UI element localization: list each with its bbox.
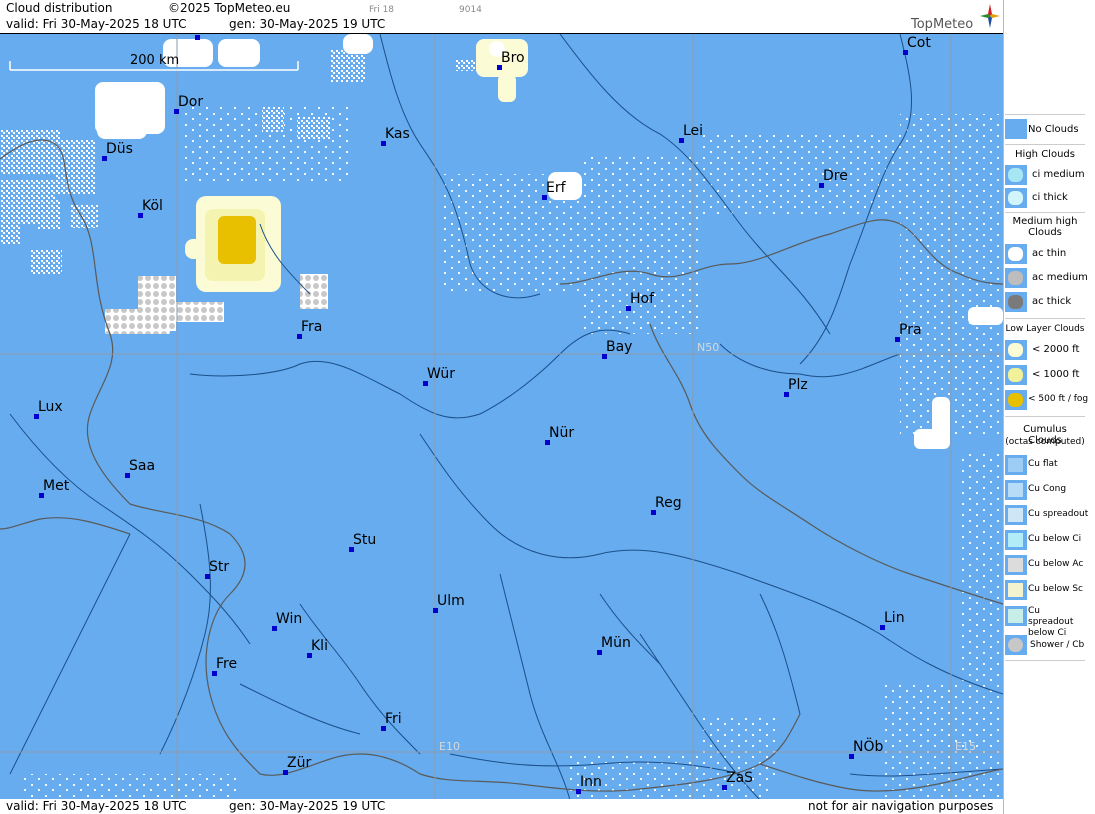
footer-valid-time: valid: Fri 30-May-2025 18 UTC [6,799,187,813]
legend-lt500: < 500 ft / fog [1028,394,1089,404]
city-label: Str [209,559,230,575]
legend-cu-flat: Cu flat [1028,459,1058,469]
low-500-swatch [1005,390,1027,410]
city-label: Fra [301,319,323,335]
cu-cong-swatch [1005,480,1027,500]
city-label: Saa [129,458,156,474]
city-label: Ulm [437,593,465,609]
legend-cu-below-sc: Cu below Sc [1028,584,1083,594]
footer-generated-time: gen: 30-May-2025 19 UTC [229,799,386,813]
city-label: Lin [884,610,905,626]
low-1000-swatch [1005,365,1027,385]
ci-medium-swatch [1005,165,1027,185]
ac-thin-swatch [1005,244,1027,264]
legend-separator [1005,318,1085,319]
cloud-map[interactable]: 200 km N50 E10 E15 Mün Bro Cot Dor Kas Lei Düs… [0,33,1003,800]
city-label: Lei [683,123,704,139]
legend-separator [1005,212,1085,213]
city-label: Dor [178,94,204,110]
city-label: Mün [199,34,229,36]
city-label: Fre [216,656,238,672]
city-label: Bay [606,339,633,355]
no-clouds-swatch [1005,119,1027,139]
legend-separator [1005,416,1085,417]
compass-logo-icon [980,4,1000,28]
city-label: Lux [38,399,63,415]
city-label: Mün [601,635,631,651]
low-2000-swatch [1005,340,1027,360]
cu-spreadout-swatch [1005,505,1027,525]
small-code-label: 9014 [459,5,482,15]
city-label: Düs [106,141,133,157]
city-label: Fri [385,711,402,727]
legend-separator [1005,660,1085,661]
ac-medium-swatch [1005,268,1027,288]
footer: valid: Fri 30-May-2025 18 UTC gen: 30-Ma… [0,799,1003,814]
generated-time: gen: 30-May-2025 19 UTC [229,17,386,31]
legend-separator [1005,144,1085,145]
legend-ci-medium: ci medium [1032,169,1085,180]
city-label: ZaS [726,770,754,786]
legend-separator [1005,114,1085,115]
footer-disclaimer: not for air navigation purposes [808,799,994,813]
city-label: Wür [427,366,455,382]
city-label: Reg [655,495,682,511]
cu-below-ci-swatch [1005,530,1027,550]
cu-below-sc-swatch [1005,580,1027,600]
legend-ac-thin: ac thin [1032,248,1067,259]
legend-no-clouds: No Clouds [1028,124,1079,135]
legend-cu-cong: Cu Cong [1028,484,1067,494]
city-label: Erf [546,180,566,196]
map-title: Cloud distribution [6,1,113,15]
city-label: Met [43,478,70,494]
city-label: Plz [788,377,808,393]
legend-ac-medium: ac medium [1032,272,1088,283]
small-day-label: Fri 18 [369,5,395,15]
legend-medium-high: Medium high Clouds [1012,216,1078,238]
city-label: Dre [823,168,848,184]
city-label: Bro [501,50,525,66]
city-label: Köl [142,198,163,214]
scale-label: 200 km [130,53,180,68]
map-graphics [0,34,1003,800]
copyright-text: ©2025 TopMeteo.eu [168,1,291,15]
city-label: Zür [287,755,312,771]
city-label: Win [276,611,303,627]
city-label: Cot [907,35,931,51]
legend-cu-below-ac: Cu below Ac [1028,559,1084,569]
grid-label-e15: E15 [955,740,976,753]
city-label: Pra [899,322,922,338]
city-label: Inn [580,774,602,790]
grid-label-e10: E10 [439,740,460,753]
city-label: Hof [630,291,655,307]
city-label: Kas [385,126,410,142]
cu-flat-swatch [1005,455,1027,475]
legend-ac-thick: ac thick [1032,296,1072,307]
legend-cu-spreadout-below-ci: Cu spreadout below Ci [1028,606,1074,638]
city-label: Kli [311,638,328,654]
ac-thick-swatch [1005,292,1027,312]
legend-ci-thick: ci thick [1032,192,1068,203]
legend-low-layer: Low Layer Clouds [1005,324,1085,334]
legend-cu-below-ci: Cu below Ci [1028,534,1082,544]
legend-shower-cb: Shower / Cb [1030,640,1085,650]
legend-cu-spreadout: Cu spreadout [1028,509,1089,519]
city-label: Stu [353,532,377,548]
ci-thick-swatch [1005,188,1027,208]
brand-name: TopMeteo [911,17,974,32]
cu-spreadout-below-ci-swatch [1005,606,1027,626]
legend-lt1000: < 1000 ft [1032,369,1080,380]
legend-lt2000: < 2000 ft [1032,344,1080,355]
valid-time: valid: Fri 30-May-2025 18 UTC [6,17,187,31]
legend-high-clouds: High Clouds [1015,149,1075,160]
city-label: NÖb [853,739,884,755]
city-label: Nür [549,425,575,441]
cumulus-dots [20,104,1003,800]
cu-below-ac-swatch [1005,555,1027,575]
shower-cb-swatch [1005,635,1027,655]
grid-label-n50: N50 [697,341,720,354]
legend-octas: (octas computed) [1005,437,1085,447]
legend-panel: No Clouds High Clouds ci medium ci thick… [1003,0,1095,814]
